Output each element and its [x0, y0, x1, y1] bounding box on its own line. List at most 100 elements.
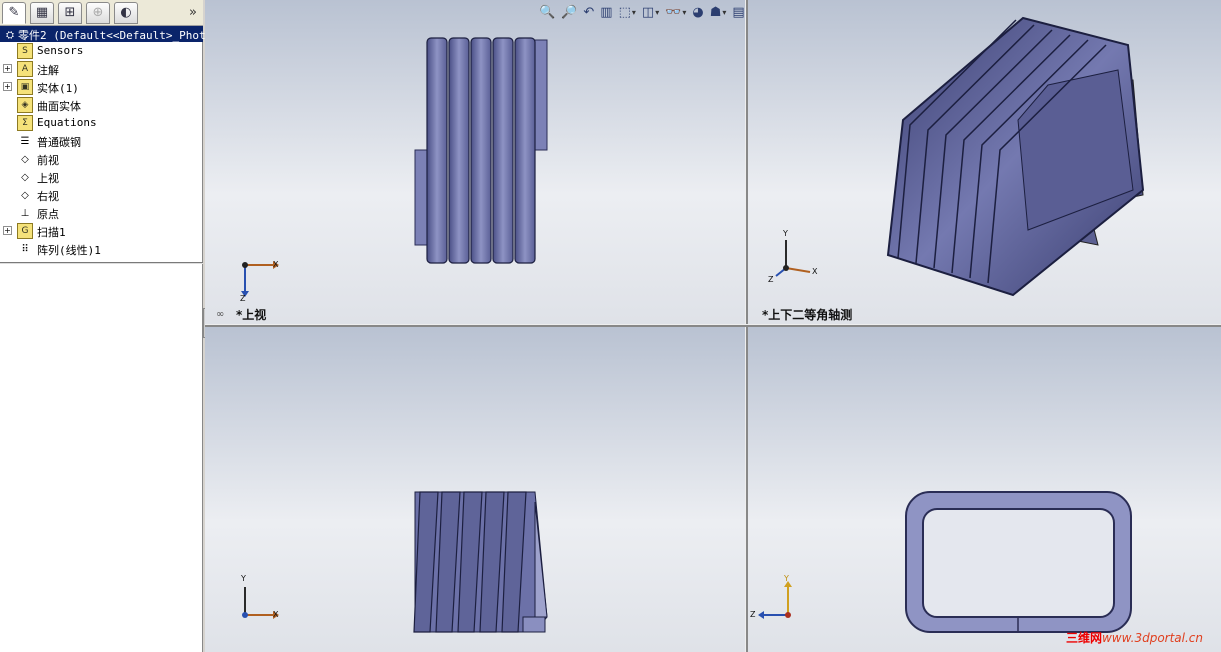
tree-item[interactable]: ◇ 上视 — [0, 168, 203, 186]
dropdown-arrow-icon[interactable]: ▾ — [632, 8, 636, 17]
part-icon: ⛭ — [6, 29, 14, 41]
display-manager-tab-icon: ◐ — [120, 5, 132, 20]
tree-item-label: 实体(1) — [37, 82, 79, 95]
watermark: 三维网www.3dportal.cn — [1066, 629, 1203, 646]
viewport-isometric[interactable]: *上下二等角轴测 Y X Z — [748, 0, 1221, 324]
tree-item-icon: ▣ — [17, 79, 33, 95]
section-view-icon: ▥ — [600, 4, 613, 20]
configuration-manager-tab[interactable]: ⊞ — [58, 1, 82, 24]
viewport-right[interactable]: Y Z 三维网www.3dportal.cn — [748, 327, 1221, 652]
feature-manager-tab[interactable]: ✎ — [2, 1, 26, 24]
tree-item-label: Equations — [37, 116, 97, 129]
previous-view-icon: ↶ — [583, 4, 595, 20]
triad-right-y-label: Y — [784, 574, 789, 583]
coil-strip — [426, 37, 448, 264]
edit-appearance-button[interactable]: ◕ — [692, 5, 703, 20]
triad-front-y-label: Y — [241, 574, 246, 583]
zoom-to-area-button[interactable]: 🔎 — [561, 5, 577, 20]
tree-item[interactable]: ◈ 曲面实体 — [0, 96, 203, 114]
view-orientation-button[interactable]: ⬚ ▾ — [619, 5, 636, 20]
triad-front — [242, 587, 279, 619]
zoom-to-area-icon: 🔎 — [561, 4, 578, 20]
tree-item-label: Sensors — [37, 44, 84, 57]
triad-iso-z-label: Z — [768, 275, 774, 284]
more-tabs-chevron-icon[interactable]: » — [189, 5, 197, 20]
tree-root-part[interactable]: ⛭ 零件2 (Default<<Default>_Phot — [0, 26, 206, 42]
tree-item-label: 右视 — [37, 190, 59, 203]
expand-icon[interactable]: + — [3, 64, 12, 73]
tree-item-icon: ⊥ — [20, 207, 30, 219]
feature-manager-tab-icon: ✎ — [8, 5, 20, 20]
expand-icon[interactable]: + — [3, 226, 12, 235]
dropdown-arrow-icon[interactable]: ▾ — [682, 8, 686, 17]
heads-up-toolbar: 🔍🔎↶▥⬚▾◫▾👓▾◕☗▾▤▾ — [539, 2, 745, 22]
feature-tree: ⛭ 零件2 (Default<<Default>_Phot S Sensors + A… — [0, 26, 206, 258]
triad-front-x-label: X — [273, 610, 279, 619]
tree-item[interactable]: ⠿ 阵列(线性)1 — [0, 240, 203, 258]
tree-item-icon: ◇ — [21, 189, 29, 201]
tree-divider[interactable] — [0, 262, 203, 264]
tree-item-icon: ⠿ — [21, 243, 29, 255]
tree-item-label: 扫描1 — [37, 226, 66, 239]
tree-root-label: 零件2 (Default<<Default>_Phot — [18, 29, 206, 42]
viewport-front[interactable]: Y X — [205, 327, 745, 652]
tree-item-label: 曲面实体 — [37, 100, 81, 113]
hide-show-items-icon: 👓 — [665, 4, 682, 20]
tree-item[interactable]: ☰ 普通碳钢 — [0, 132, 203, 150]
tree-item[interactable]: Σ Equations — [0, 114, 203, 132]
coil-strip — [448, 37, 470, 264]
feature-manager-panel: ✎ ▦ ⊞ ⊕ ◐ » ⛭ 零件2 (Default<<Default>_Pho… — [0, 0, 206, 652]
tree-item[interactable]: + G 扫描1 — [0, 222, 203, 240]
tree-item[interactable]: ◇ 右视 — [0, 186, 203, 204]
tree-item-icon: ◇ — [21, 153, 29, 165]
tree-item-label: 前视 — [37, 154, 59, 167]
tree-item-label: 注解 — [37, 64, 59, 77]
viewport-top[interactable]: ∞ *上视 X Z 🔍🔎↶▥⬚▾◫▾👓▾◕☗▾▤▾ — [205, 0, 745, 324]
dropdown-arrow-icon[interactable]: ▾ — [655, 8, 659, 17]
dimxpert-tab-icon: ⊕ — [92, 5, 104, 20]
triad-iso-y-label: Y — [783, 229, 788, 238]
tree-item-icon: A — [17, 61, 33, 77]
display-manager-tab[interactable]: ◐ — [114, 1, 138, 24]
property-manager-tab[interactable]: ▦ — [30, 1, 54, 24]
zoom-to-fit-icon: 🔍 — [539, 4, 556, 20]
apply-scene-button[interactable]: ☗ ▾ — [710, 5, 727, 20]
tree-item-label: 阵列(线性)1 — [37, 244, 101, 257]
apply-scene-icon: ☗ — [709, 4, 722, 20]
triad-top-z-label: Z — [240, 294, 246, 303]
coil-strip — [470, 37, 492, 264]
watermark-cn: 三维网 — [1065, 631, 1102, 645]
tree-item-icon: ☰ — [20, 135, 30, 147]
panel-tabbar: ✎ ▦ ⊞ ⊕ ◐ » — [0, 0, 203, 26]
hide-show-items-button[interactable]: 👓 ▾ — [665, 5, 686, 20]
view-settings-button[interactable]: ▤▾ — [732, 5, 745, 20]
tree-item-icon: S — [17, 43, 33, 59]
horizontal-splitter[interactable] — [205, 324, 1221, 327]
display-style-icon: ◫ — [641, 4, 655, 20]
link-views-icon[interactable]: ∞ — [216, 309, 224, 320]
tree-item-icon: ◇ — [21, 171, 29, 183]
section-view-button[interactable]: ▥ — [600, 5, 612, 20]
tree-item[interactable]: + A 注解 — [0, 60, 203, 78]
display-style-button[interactable]: ◫ ▾ — [642, 5, 659, 20]
dropdown-arrow-icon[interactable]: ▾ — [722, 8, 726, 17]
triad-right — [758, 581, 792, 619]
triad-isometric — [775, 240, 811, 277]
tree-item-label: 普通碳钢 — [37, 136, 81, 149]
tree-item[interactable]: S Sensors — [0, 42, 203, 60]
zoom-to-fit-button[interactable]: 🔍 — [539, 5, 555, 20]
expand-icon[interactable]: + — [3, 82, 12, 91]
tree-item-label: 原点 — [37, 208, 59, 221]
configuration-manager-tab-icon: ⊞ — [64, 5, 76, 20]
tree-item[interactable]: ◇ 前视 — [0, 150, 203, 168]
tree-item[interactable]: ⊥ 原点 — [0, 204, 203, 222]
dimxpert-tab[interactable]: ⊕ — [86, 1, 110, 24]
triad-top-x-label: X — [273, 260, 279, 269]
previous-view-button[interactable]: ↶ — [583, 5, 594, 20]
property-manager-tab-icon: ▦ — [35, 5, 49, 20]
view-orientation-icon: ⬚ — [618, 4, 631, 20]
tree-item[interactable]: + ▣ 实体(1) — [0, 78, 203, 96]
edit-appearance-icon: ◕ — [692, 4, 704, 20]
tree-item-icon: Σ — [17, 115, 33, 131]
triad-iso-x-label: X — [812, 267, 818, 276]
